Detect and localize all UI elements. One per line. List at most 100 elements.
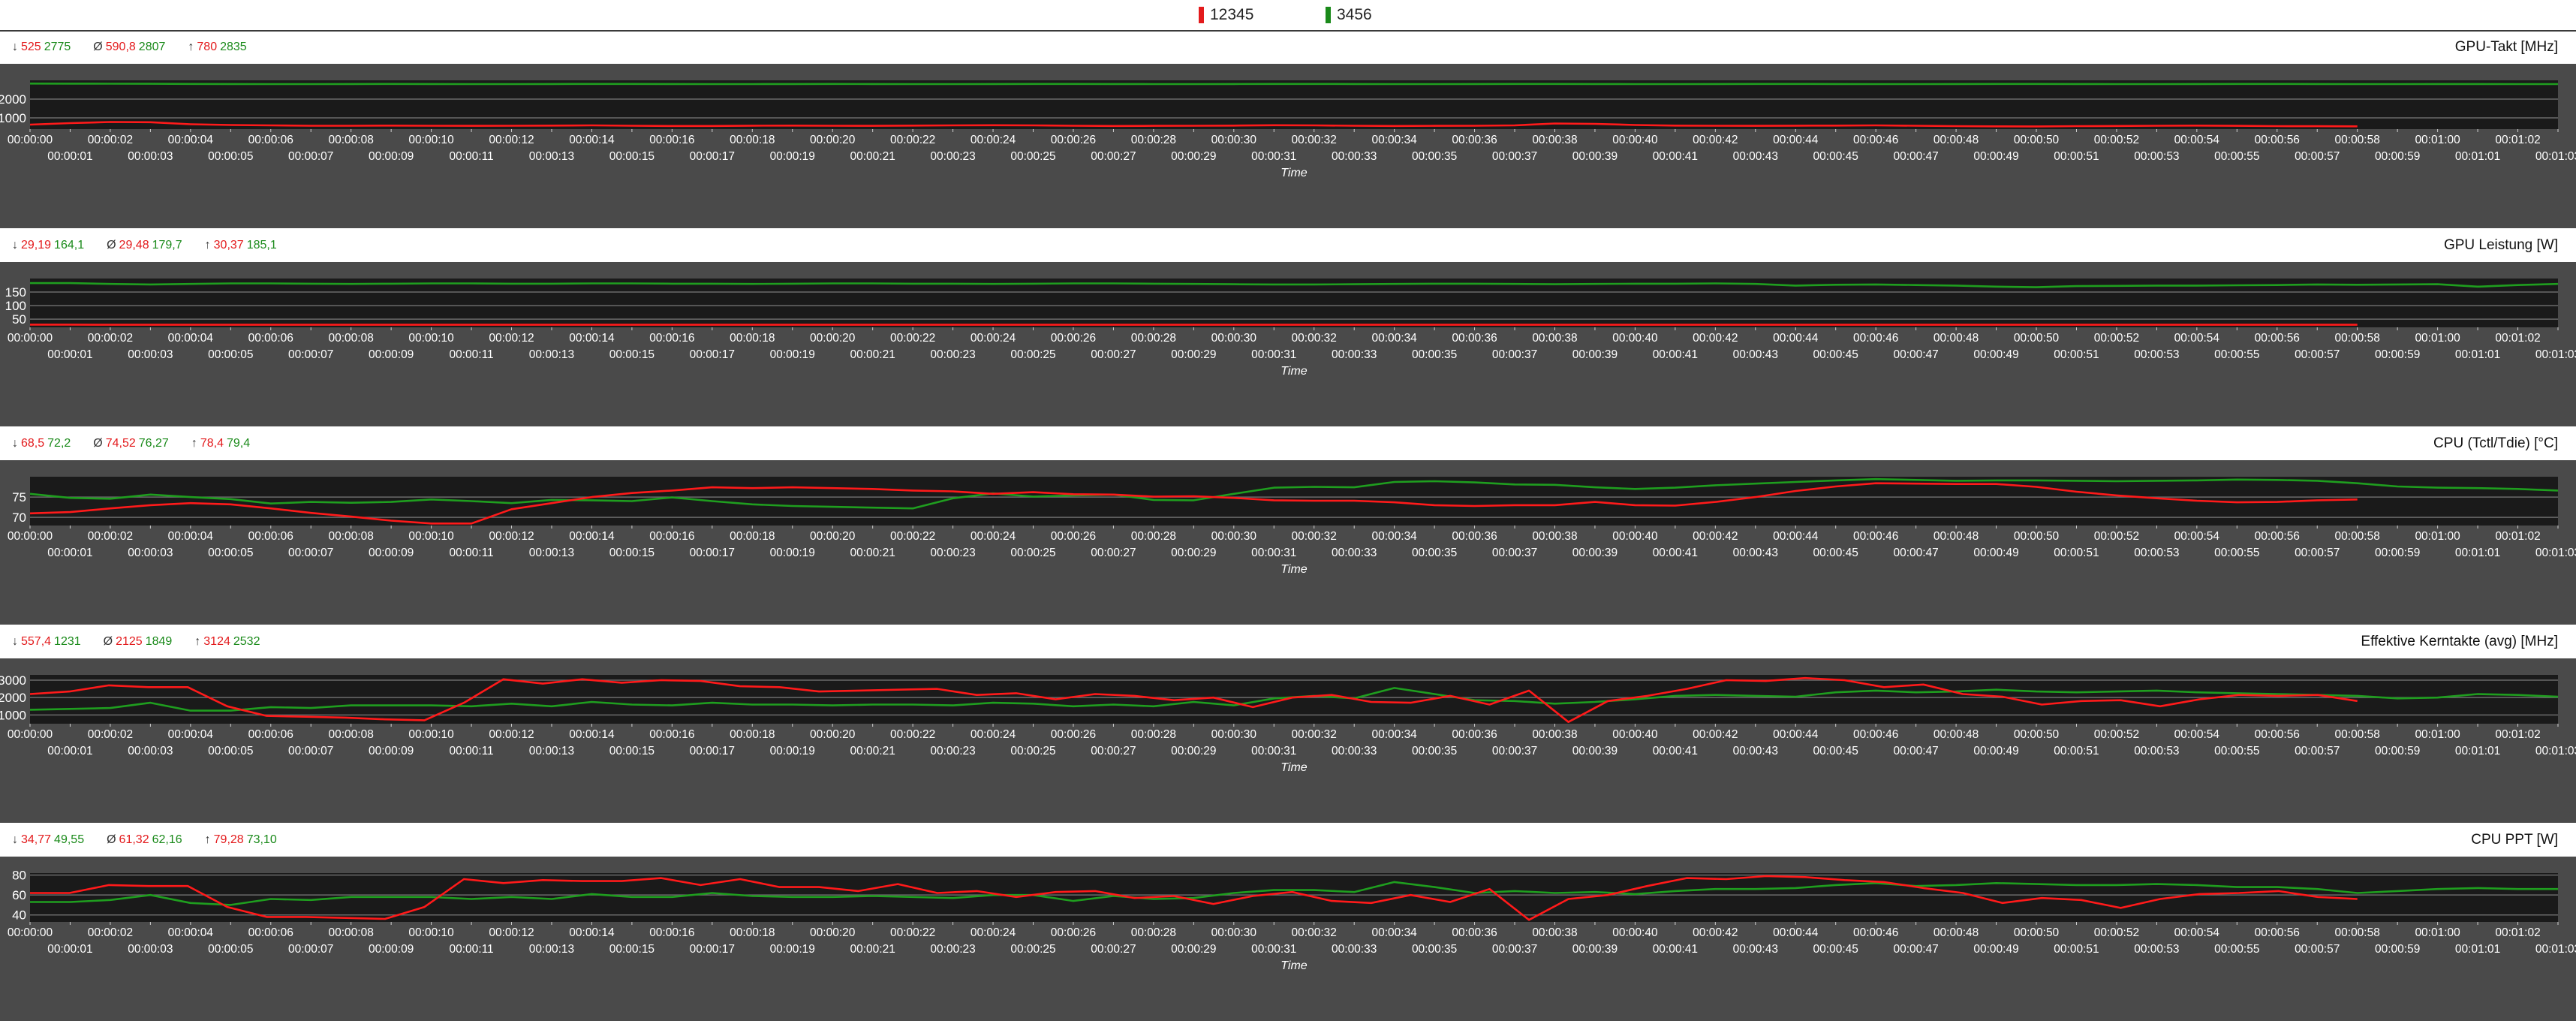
x-tick-label: 00:01:03 — [2535, 547, 2576, 559]
chart-area: 40608000:00:0000:00:0100:00:0200:00:0300… — [0, 857, 2576, 1021]
x-tick-label: 00:00:04 — [168, 134, 214, 146]
x-tick-label: 00:00:43 — [1733, 943, 1778, 956]
x-tick-label: 00:00:14 — [569, 728, 615, 741]
x-tick-label: 00:00:36 — [1452, 926, 1497, 939]
x-tick-label: 00:00:57 — [2295, 150, 2340, 163]
x-tick-label: 00:00:38 — [1532, 728, 1577, 741]
y-tick-label: 40 — [12, 908, 26, 923]
x-tick-label: 00:00:48 — [1934, 134, 1979, 146]
x-tick-label: 00:00:11 — [449, 943, 493, 956]
stat-min-symbol: ↓ — [12, 437, 18, 450]
x-tick-label: 00:01:00 — [2415, 926, 2460, 939]
x-tick-label: 00:00:45 — [1813, 150, 1858, 163]
chart-title: GPU-Takt [MHz] — [2455, 39, 2558, 56]
x-tick-label: 00:00:09 — [369, 348, 414, 361]
stat-value: 74,52 — [106, 437, 136, 450]
x-tick-label: 00:00:31 — [1251, 150, 1296, 163]
x-tick-label: 00:00:10 — [408, 728, 454, 741]
x-tick-label: 00:00:05 — [208, 943, 253, 956]
x-tick-label: 00:00:43 — [1733, 348, 1778, 361]
x-tick-label: 00:00:07 — [288, 943, 333, 956]
x-tick-label: 00:00:21 — [850, 547, 895, 559]
x-tick-label: 00:00:16 — [649, 134, 694, 146]
x-tick-label: 00:00:09 — [369, 547, 414, 559]
stat-value: 73,10 — [247, 833, 277, 846]
x-tick-label: 00:00:44 — [1773, 332, 1819, 345]
stat-value: 76,27 — [139, 437, 169, 450]
x-tick-label: 00:00:22 — [890, 332, 935, 345]
x-tick-label: 00:00:46 — [1853, 530, 1898, 543]
x-tick-label: 00:00:48 — [1934, 530, 1979, 543]
legend-swatch-green — [1326, 7, 1331, 23]
stats-row: ↓68,572,2Ø74,5276,27↑78,479,4 — [12, 437, 272, 450]
x-tick-label: 00:00:59 — [2375, 348, 2420, 361]
x-tick-label: 00:00:52 — [2094, 134, 2139, 146]
x-tick-label: 00:00:04 — [168, 728, 214, 741]
x-tick-label: 00:00:20 — [810, 332, 856, 345]
stat-value: 2807 — [139, 41, 166, 53]
x-tick-label: 00:00:06 — [248, 134, 293, 146]
x-tick-label: 00:00:47 — [1893, 943, 1938, 956]
x-tick-label: 00:00:41 — [1653, 943, 1698, 956]
x-axis-label: Time — [1280, 167, 1308, 179]
x-tick-label: 00:00:40 — [1612, 530, 1658, 543]
x-tick-label: 00:00:16 — [649, 926, 694, 939]
x-tick-label: 00:00:07 — [288, 745, 333, 757]
stat-min-symbol: ↓ — [12, 635, 18, 648]
x-tick-label: 00:00:02 — [88, 530, 133, 543]
x-tick-label: 00:00:52 — [2094, 926, 2139, 939]
x-tick-label: 00:00:20 — [810, 530, 856, 543]
x-tick-label: 00:00:58 — [2335, 926, 2380, 939]
x-tick-label: 00:00:20 — [810, 134, 856, 146]
stat-avg: Ø29,48179,7 — [107, 239, 185, 251]
x-tick-label: 00:00:50 — [2014, 926, 2060, 939]
line-chart: 707500:00:0000:00:0100:00:0200:00:0300:0… — [0, 460, 2576, 625]
chart-area: 707500:00:0000:00:0100:00:0200:00:0300:0… — [0, 460, 2576, 625]
x-tick-label: 00:00:17 — [690, 943, 735, 956]
x-tick-label: 00:00:07 — [288, 348, 333, 361]
x-tick-label: 00:00:01 — [47, 943, 92, 956]
legend-item-3456: 3456 — [1326, 5, 1372, 26]
legend: 12345 3456 — [0, 0, 2576, 32]
line-chart: 1000200000:00:0000:00:0100:00:0200:00:03… — [0, 64, 2576, 228]
x-tick-label: 00:00:12 — [489, 332, 534, 345]
x-tick-label: 00:00:33 — [1332, 745, 1377, 757]
x-tick-label: 00:00:19 — [770, 150, 815, 163]
x-tick-label: 00:00:22 — [890, 728, 935, 741]
x-tick-label: 00:00:40 — [1612, 728, 1658, 741]
x-tick-label: 00:00:35 — [1412, 547, 1457, 559]
x-tick-label: 00:00:03 — [128, 547, 173, 559]
stat-value: 49,55 — [54, 833, 84, 846]
x-tick-label: 00:00:08 — [329, 926, 374, 939]
x-tick-label: 00:00:28 — [1131, 530, 1176, 543]
x-tick-label: 00:00:25 — [1010, 745, 1055, 757]
x-tick-label: 00:00:31 — [1251, 745, 1296, 757]
x-tick-label: 00:00:18 — [730, 926, 775, 939]
x-tick-label: 00:00:00 — [8, 926, 53, 939]
stat-avg-symbol: Ø — [107, 239, 116, 251]
x-tick-label: 00:00:13 — [529, 943, 574, 956]
x-tick-label: 00:00:46 — [1853, 728, 1898, 741]
stat-min: ↓557,41231 — [12, 635, 84, 648]
x-tick-label: 00:00:15 — [609, 745, 655, 757]
x-tick-label: 00:00:19 — [770, 547, 815, 559]
x-tick-label: 00:01:03 — [2535, 150, 2576, 163]
legend-swatch-red — [1199, 7, 1204, 23]
stat-min-symbol: ↓ — [12, 833, 18, 846]
y-tick-label: 2000 — [0, 691, 26, 705]
x-tick-label: 00:00:28 — [1131, 926, 1176, 939]
x-tick-label: 00:00:56 — [2255, 530, 2300, 543]
x-tick-label: 00:01:03 — [2535, 348, 2576, 361]
x-tick-label: 00:00:57 — [2295, 745, 2340, 757]
x-tick-label: 00:00:45 — [1813, 547, 1858, 559]
x-tick-label: 00:00:33 — [1332, 943, 1377, 956]
x-tick-label: 00:00:28 — [1131, 728, 1176, 741]
x-tick-label: 00:00:05 — [208, 150, 253, 163]
x-tick-label: 00:00:12 — [489, 530, 534, 543]
x-tick-label: 00:00:34 — [1371, 332, 1417, 345]
x-tick-label: 00:00:38 — [1532, 530, 1577, 543]
stat-value: 79,4 — [227, 437, 250, 450]
x-tick-label: 00:00:44 — [1773, 728, 1819, 741]
x-tick-label: 00:00:09 — [369, 943, 414, 956]
x-tick-label: 00:00:02 — [88, 926, 133, 939]
